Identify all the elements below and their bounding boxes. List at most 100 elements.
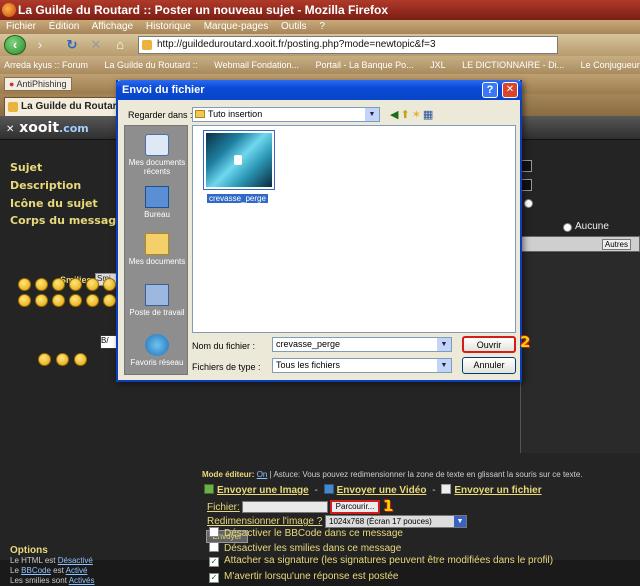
menu-historique[interactable]: Historique bbox=[146, 21, 191, 32]
smiley-icon[interactable] bbox=[35, 278, 48, 291]
view-menu-icon[interactable]: ▦ bbox=[423, 109, 435, 121]
smilies-option-state[interactable]: Activés bbox=[69, 576, 95, 585]
bbcode-option-line: Le BBCode est Activé bbox=[10, 566, 95, 576]
icon-radio-aucune[interactable] bbox=[563, 223, 572, 232]
smiley-icon[interactable] bbox=[52, 278, 65, 291]
menu-fichier[interactable]: Fichier bbox=[6, 21, 36, 32]
up-folder-icon[interactable]: ⬆ bbox=[400, 109, 411, 121]
mode-editeur-line: Mode éditeur: On | Astuce: Vous pouvez r… bbox=[202, 470, 640, 479]
place-recent-documents[interactable]: Mes documents récents bbox=[125, 134, 189, 176]
bookmark-item[interactable]: Webmail Fondation... bbox=[214, 60, 299, 70]
annuler-button[interactable]: Annuler bbox=[462, 357, 516, 374]
checkbox-row[interactable]: ✓ Attacher sa signature (les signatures p… bbox=[209, 555, 553, 567]
forward-icon[interactable]: › bbox=[30, 36, 50, 54]
chevron-down-icon: ▼ bbox=[365, 108, 379, 121]
home-icon[interactable]: ⌂ bbox=[110, 36, 130, 54]
xooit-logo-close[interactable]: ✕ bbox=[6, 124, 14, 135]
menu-outils[interactable]: Outils bbox=[281, 21, 307, 32]
autres-button[interactable]: Autres bbox=[601, 239, 631, 250]
look-in-value: Tuto insertion bbox=[208, 109, 263, 119]
video-icon bbox=[323, 484, 334, 494]
new-folder-icon[interactable]: ✶ bbox=[412, 109, 423, 121]
label-sujet: Sujet bbox=[10, 161, 43, 174]
checkbox-row[interactable]: Désactiver les smilies dans ce message bbox=[209, 542, 401, 554]
place-desktop[interactable]: Bureau bbox=[125, 186, 189, 219]
file-caption[interactable]: crevasse_perge bbox=[207, 194, 268, 203]
icon-radio[interactable] bbox=[524, 199, 533, 208]
smiley-icon[interactable] bbox=[35, 294, 48, 307]
image-thumbnail bbox=[206, 133, 272, 187]
smiley-icon[interactable] bbox=[56, 353, 69, 366]
smiley-icon[interactable] bbox=[86, 278, 99, 291]
ouvrir-button[interactable]: Ouvrir bbox=[462, 336, 516, 353]
checkbox-attach-signature[interactable]: ✓ bbox=[209, 557, 219, 567]
place-network[interactable]: Favoris réseau bbox=[125, 334, 189, 367]
message-textarea[interactable] bbox=[520, 253, 640, 453]
back-icon[interactable]: ◀ bbox=[390, 109, 400, 121]
bbcode-option-state[interactable]: Activé bbox=[66, 566, 88, 575]
xooit-logo-suffix: .com bbox=[59, 122, 89, 135]
back-icon[interactable]: ‹ bbox=[4, 35, 26, 55]
smiley-icon[interactable] bbox=[52, 294, 65, 307]
smiley-icon[interactable] bbox=[69, 294, 82, 307]
smiley-icon[interactable] bbox=[86, 294, 99, 307]
filetype-label: Fichiers de type : bbox=[192, 362, 261, 372]
reload-icon[interactable]: ↻ bbox=[62, 36, 82, 54]
smilies-option-prefix: Les smilies sont bbox=[10, 576, 67, 585]
smiley-icon[interactable] bbox=[74, 353, 87, 366]
antiphishing-button[interactable]: ● AntiPhishing bbox=[4, 77, 72, 91]
place-label: Mes documents récents bbox=[128, 158, 186, 176]
url-bar[interactable]: http://guildeduroutard.xooit.fr/posting.… bbox=[138, 36, 558, 54]
my-documents-icon bbox=[145, 233, 169, 255]
filetype-select[interactable]: Tous les fichiers ▼ bbox=[272, 358, 452, 373]
checkbox-disable-bbcode[interactable] bbox=[209, 527, 219, 537]
smiley-icon[interactable] bbox=[18, 278, 31, 291]
bbcode-link[interactable]: BBCode bbox=[21, 566, 51, 575]
envoyer-fichier-link[interactable]: Envoyer un fichier bbox=[454, 485, 541, 496]
menu-bar: Fichier Édition Affichage Historique Mar… bbox=[0, 20, 640, 34]
url-text: http://guildeduroutard.xooit.fr/posting.… bbox=[157, 39, 436, 50]
stop-icon[interactable]: ✕ bbox=[86, 36, 106, 54]
smiley-icon[interactable] bbox=[18, 294, 31, 307]
menu-affichage[interactable]: Affichage bbox=[92, 21, 134, 32]
filename-input[interactable]: crevasse_perge ▼ bbox=[272, 337, 452, 352]
smiley-icon[interactable] bbox=[103, 278, 116, 291]
html-option-state[interactable]: Désactivé bbox=[58, 556, 93, 565]
mode-editeur-toggle[interactable]: On bbox=[257, 470, 268, 479]
checkbox-row[interactable]: Désactiver le BBCode dans ce message bbox=[209, 527, 403, 539]
checkbox-notify-reply[interactable]: ✓ bbox=[209, 573, 219, 583]
menu-marque-pages[interactable]: Marque-pages bbox=[204, 21, 268, 32]
my-computer-icon bbox=[145, 284, 169, 306]
bookmark-item[interactable]: Portail - La Banque Po... bbox=[316, 60, 414, 70]
bookmark-item[interactable]: Le Conjugueur - Conju... bbox=[581, 60, 640, 70]
bookmark-item[interactable]: La Guilde du Routard :: bbox=[105, 60, 198, 70]
dialog-toolbar: ◀⬆✶▦ bbox=[390, 108, 435, 121]
place-label: Bureau bbox=[144, 210, 170, 219]
smiley-icon[interactable] bbox=[69, 278, 82, 291]
bookmark-item[interactable]: Arreda kyus :: Forum bbox=[4, 60, 88, 70]
redim-label: Redimensionner l'image ? bbox=[207, 516, 323, 527]
close-icon[interactable]: ✕ bbox=[502, 82, 518, 98]
bookmark-item[interactable]: JXL bbox=[430, 60, 446, 70]
network-icon bbox=[145, 334, 169, 356]
xooit-logo: ✕ xooit.com bbox=[6, 120, 89, 136]
parcourir-button[interactable]: Parcourir... bbox=[330, 500, 380, 514]
checkbox-row[interactable]: ✓ M'avertir lorsqu'une réponse est postée bbox=[209, 571, 398, 583]
astuce-text: | Astuce: Vous pouvez redimensionner la … bbox=[269, 470, 583, 479]
envoyer-video-link[interactable]: Envoyer une Vidéo bbox=[337, 485, 427, 496]
smiley-icon[interactable] bbox=[38, 353, 51, 366]
smiley-icon[interactable] bbox=[103, 294, 116, 307]
fichier-input[interactable] bbox=[242, 501, 328, 513]
menu-help[interactable]: ? bbox=[319, 21, 325, 32]
filetype-value: Tous les fichiers bbox=[276, 360, 341, 370]
checkbox-disable-smilies[interactable] bbox=[209, 542, 219, 552]
place-my-documents[interactable]: Mes documents bbox=[125, 233, 189, 266]
envoyer-image-link[interactable]: Envoyer une Image bbox=[217, 485, 309, 496]
menu-edition[interactable]: Édition bbox=[49, 21, 80, 32]
place-my-computer[interactable]: Poste de travail bbox=[125, 284, 189, 317]
look-in-select[interactable]: Tuto insertion ▼ bbox=[192, 107, 380, 122]
bookmark-item[interactable]: LE DICTIONNAIRE - Di... bbox=[462, 60, 564, 70]
help-icon[interactable]: ? bbox=[482, 82, 498, 98]
file-thumbnail[interactable] bbox=[203, 130, 275, 190]
aucune-label: Aucune bbox=[575, 221, 609, 232]
